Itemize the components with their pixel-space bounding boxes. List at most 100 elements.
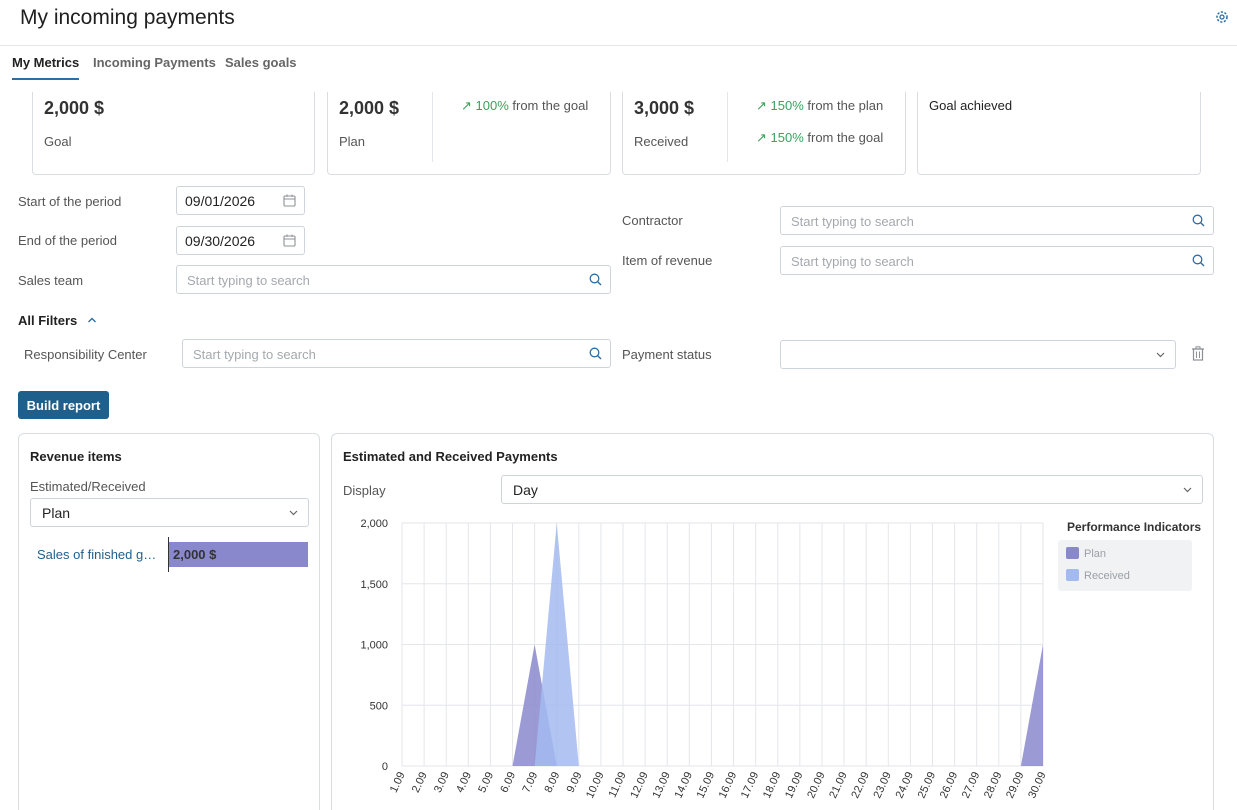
- display-select[interactable]: Day: [501, 475, 1203, 504]
- chevron-down-icon: [289, 510, 298, 516]
- chevron-down-icon: [1183, 487, 1192, 493]
- tab-my-metrics[interactable]: My Metrics: [12, 55, 80, 80]
- x-tick-label: 22.09: [849, 770, 872, 800]
- x-tick-label: 15.09: [695, 770, 718, 800]
- received-vs-goal-text: from the goal: [803, 130, 884, 145]
- estimated-received-select[interactable]: Plan: [30, 498, 309, 527]
- calendar-icon[interactable]: [283, 234, 296, 247]
- y-tick-label: 0: [382, 761, 388, 773]
- x-tick-label: 14.09: [673, 770, 696, 800]
- display-value: Day: [513, 482, 538, 498]
- x-tick-label: 24.09: [894, 770, 917, 800]
- goal-status-card: Goal achieved: [917, 92, 1201, 175]
- chevron-down-icon: [1156, 352, 1165, 358]
- received-card: 3,000 $ Received ↗ 150% from the plan ↗ …: [622, 92, 906, 175]
- payment-status-select[interactable]: [780, 340, 1176, 369]
- tab-incoming-payments[interactable]: Incoming Payments: [93, 55, 216, 78]
- x-tick-label: 7.09: [520, 770, 540, 794]
- received-vs-goal-pct: 150%: [770, 130, 804, 145]
- revenue-item-value: 2,000 $: [173, 547, 217, 562]
- trash-icon[interactable]: [1191, 346, 1205, 361]
- x-tick-label: 1.09: [388, 770, 408, 794]
- legend-title: Performance Indicators: [1067, 520, 1202, 534]
- chart-legend: Plan Received: [1058, 540, 1192, 591]
- revenue-item-label[interactable]: Sales of finished goods: [37, 547, 161, 562]
- estimated-received-value: Plan: [42, 505, 71, 521]
- x-tick-label: 17.09: [739, 770, 762, 800]
- sales-team-input[interactable]: Start typing to search: [176, 265, 611, 294]
- x-tick-label: 11.09: [607, 770, 629, 799]
- plan-card: 2,000 $ Plan ↗ 100% from the goal: [327, 92, 611, 175]
- revenue-items-title: Revenue items: [30, 449, 122, 464]
- received-label: Received: [634, 134, 689, 149]
- start-period-input[interactable]: 09/01/2026: [176, 186, 305, 215]
- y-tick-label: 1,000: [360, 640, 388, 652]
- item-of-revenue-placeholder: Start typing to search: [791, 254, 914, 269]
- plan-vs-goal-metric: ↗ 100% from the goal: [461, 98, 588, 114]
- contractor-label: Contractor: [622, 213, 683, 228]
- item-of-revenue-label: Item of revenue: [622, 253, 713, 268]
- end-period-value: 09/30/2026: [185, 233, 256, 249]
- y-tick-label: 2,000: [360, 518, 388, 530]
- responsibility-center-input[interactable]: Start typing to search: [182, 339, 611, 368]
- received-amount: 3,000 $: [634, 98, 695, 118]
- tab-sales-goals[interactable]: Sales goals: [225, 55, 297, 78]
- legend-swatch-received: [1066, 569, 1079, 581]
- arrow-up-right-icon: ↗: [756, 130, 771, 145]
- page-title: My incoming payments: [20, 6, 235, 29]
- responsibility-center-label: Responsibility Center: [24, 347, 147, 362]
- payment-status-label: Payment status: [622, 347, 712, 362]
- estimated-received-label: Estimated/Received: [30, 479, 146, 494]
- x-tick-label: 10.09: [584, 770, 607, 800]
- sales-team-placeholder: Start typing to search: [187, 273, 310, 288]
- x-tick-label: 20.09: [805, 770, 828, 800]
- x-tick-label: 8.09: [543, 770, 563, 794]
- item-of-revenue-input[interactable]: Start typing to search: [780, 246, 1214, 275]
- x-tick-label: 30.09: [1026, 770, 1049, 800]
- x-tick-label: 19.09: [783, 770, 806, 800]
- search-icon[interactable]: [589, 273, 602, 286]
- arrow-up-right-icon: ↗: [756, 98, 771, 113]
- search-icon[interactable]: [1192, 214, 1205, 227]
- search-icon[interactable]: [589, 347, 602, 360]
- x-tick-label: 2.09: [410, 770, 430, 794]
- y-tick-label: 500: [370, 700, 388, 712]
- chevron-up-icon: [87, 317, 96, 323]
- x-tick-label: 23.09: [871, 770, 894, 800]
- card-divider: [432, 92, 433, 162]
- x-tick-label: 4.09: [454, 770, 474, 794]
- all-filters-label: All Filters: [18, 313, 78, 328]
- legend-item-received[interactable]: Received: [1066, 569, 1130, 582]
- gear-icon[interactable]: [1214, 9, 1230, 25]
- start-period-value: 09/01/2026: [185, 193, 256, 209]
- contractor-input[interactable]: Start typing to search: [780, 206, 1214, 235]
- x-tick-label: 9.09: [565, 770, 585, 794]
- all-filters-toggle[interactable]: All Filters: [18, 313, 97, 328]
- x-tick-label: 27.09: [960, 770, 983, 800]
- end-period-label: End of the period: [18, 233, 118, 248]
- card-divider: [727, 92, 728, 162]
- build-report-button[interactable]: Build report: [18, 391, 109, 419]
- received-vs-plan-text: from the plan: [803, 98, 884, 113]
- legend-item-plan[interactable]: Plan: [1066, 547, 1106, 560]
- page-header: My incoming payments: [0, 0, 1237, 46]
- goal-amount: 2,000 $: [44, 98, 105, 118]
- goal-card: 2,000 $ Goal: [32, 92, 315, 175]
- x-tick-label: 29.09: [1004, 770, 1027, 800]
- contractor-placeholder: Start typing to search: [791, 214, 914, 229]
- end-period-input[interactable]: 09/30/2026: [176, 226, 305, 255]
- y-tick-label: 1,500: [360, 579, 388, 591]
- search-icon[interactable]: [1192, 254, 1205, 267]
- display-label: Display: [343, 483, 386, 498]
- x-tick-label: 26.09: [938, 770, 961, 800]
- received-vs-plan-pct: 150%: [770, 98, 804, 113]
- payments-panel: Estimated and Received Payments Display …: [331, 433, 1214, 810]
- x-tick-label: 13.09: [650, 770, 673, 800]
- legend-plan-label: Plan: [1084, 548, 1107, 560]
- calendar-icon[interactable]: [283, 194, 296, 207]
- revenue-items-panel: Revenue items Estimated/Received Plan Sa…: [18, 433, 320, 810]
- responsibility-center-placeholder: Start typing to search: [193, 347, 316, 362]
- goal-status-text: Goal achieved: [929, 98, 1013, 113]
- legend-received-label: Received: [1084, 570, 1130, 582]
- arrow-up-right-icon: ↗: [461, 98, 476, 113]
